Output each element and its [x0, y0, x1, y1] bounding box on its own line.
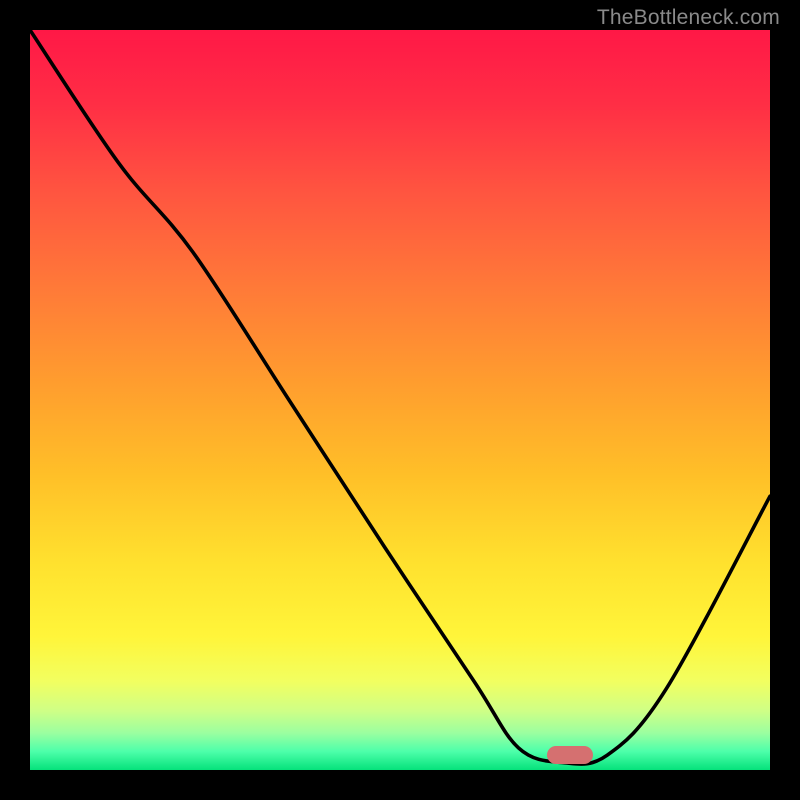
chart-frame: TheBottleneck.com — [0, 0, 800, 800]
bottleneck-curve — [30, 30, 770, 770]
plot-area — [30, 30, 770, 770]
watermark-label: TheBottleneck.com — [597, 6, 780, 30]
optimal-marker — [547, 746, 593, 764]
